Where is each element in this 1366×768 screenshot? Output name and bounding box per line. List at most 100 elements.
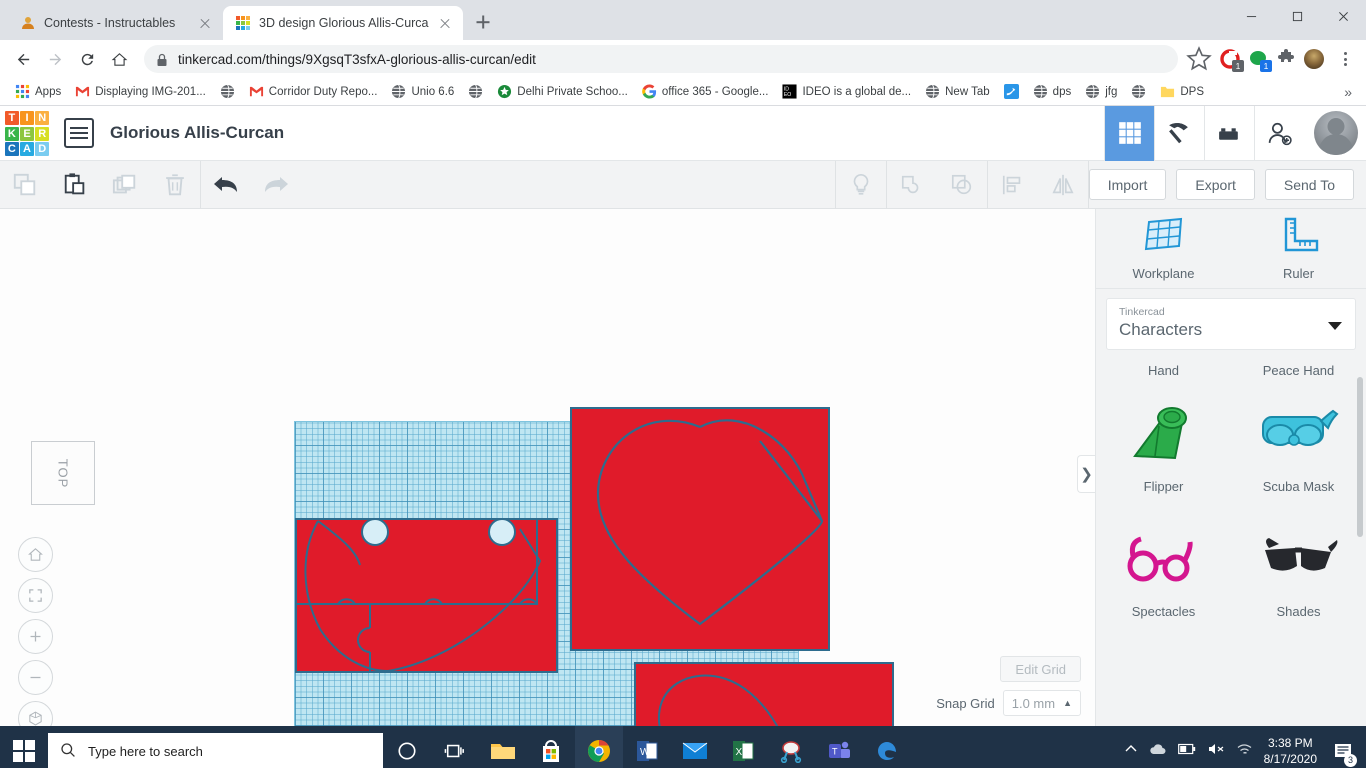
clock-time: 3:38 PM — [1267, 736, 1313, 750]
star-icon[interactable] — [1186, 46, 1212, 72]
gmail-icon — [249, 84, 264, 99]
blocks-brick-icon[interactable] — [1204, 105, 1254, 161]
list-item[interactable]: Hand — [1096, 359, 1231, 383]
maximize-icon[interactable] — [1274, 0, 1320, 32]
3d-canvas[interactable]: TOP Edit Grid Snap Grid 1.0 mm ▲ ❯ — [0, 209, 1095, 726]
snap-grid-select[interactable]: 1.0 mm ▲ — [1002, 690, 1081, 716]
shape-label: Flipper — [1143, 479, 1184, 494]
browser-toolbar: tinkercad.com/things/9XgsqT3sfxA-gloriou… — [0, 40, 1366, 78]
paste-icon[interactable] — [50, 161, 100, 209]
mail-icon[interactable] — [671, 726, 719, 768]
battery-icon[interactable] — [1177, 742, 1196, 760]
bookmark-item[interactable]: Unio 6.6 — [384, 82, 461, 101]
list-item[interactable]: Spectacles — [1096, 508, 1231, 633]
close-icon[interactable] — [197, 15, 213, 31]
spectacles-shape — [1096, 512, 1231, 604]
logo-tile: K — [5, 126, 19, 141]
codeblocks-pickaxe-icon[interactable] — [1154, 105, 1204, 161]
browser-tab-1[interactable]: 3D design Glorious Allis-Curcan | — [223, 6, 463, 40]
bookmark-item[interactable] — [213, 82, 242, 101]
google-chrome-icon[interactable] — [575, 726, 623, 768]
list-item[interactable]: Shades — [1231, 508, 1366, 633]
wifi-icon[interactable] — [1236, 742, 1253, 761]
snip-sketch-icon[interactable] — [767, 726, 815, 768]
document-list-icon[interactable] — [64, 118, 94, 148]
send-to-button[interactable]: Send To — [1264, 169, 1354, 200]
list-item[interactable]: Peace Hand — [1231, 359, 1366, 383]
show-hidden-icons-chevron[interactable] — [1124, 742, 1138, 761]
bookmark-item[interactable]: Corridor Duty Repo... — [242, 82, 385, 101]
bookmarks-bar: Apps Displaying IMG-201... Corridor Duty R… — [0, 78, 1366, 106]
shape-label: Shades — [1276, 604, 1321, 619]
taskbar-clock[interactable]: 3:38 PM 8/17/2020 — [1264, 735, 1317, 767]
workplane-tool[interactable]: Workplane — [1096, 209, 1231, 288]
toolbar-actions: Import Export Send To — [1088, 169, 1366, 200]
adblock-icon[interactable]: 1 — [1220, 49, 1244, 72]
close-icon[interactable] — [1320, 0, 1366, 32]
duplicate-icon — [100, 161, 150, 209]
bookmark-item[interactable] — [1124, 82, 1153, 101]
edit-grid-button[interactable]: Edit Grid — [1000, 656, 1081, 682]
microsoft-store-icon[interactable] — [527, 726, 575, 768]
search-input[interactable]: Type here to search — [48, 733, 383, 768]
bookmark-item[interactable]: Apps — [8, 82, 68, 101]
folder-icon — [1160, 84, 1175, 99]
profile-avatar[interactable] — [1304, 49, 1324, 69]
tinkercad-logo[interactable]: TIN KER CAD — [3, 109, 51, 157]
windows-start-icon[interactable] — [0, 726, 48, 768]
kebab-menu-icon[interactable] — [1332, 46, 1358, 72]
task-view-icon[interactable] — [431, 726, 479, 768]
file-explorer-icon[interactable] — [479, 726, 527, 768]
excel-icon[interactable]: X — [719, 726, 767, 768]
word-icon[interactable]: W — [623, 726, 671, 768]
onedrive-cloud-icon[interactable] — [1149, 742, 1167, 761]
avatar[interactable] — [1314, 111, 1358, 155]
bookmark-item[interactable]: dps — [1026, 82, 1079, 101]
library-provider: Tinkercad — [1119, 306, 1165, 318]
panel-scrollbar[interactable] — [1357, 377, 1363, 537]
address-bar[interactable]: tinkercad.com/things/9XgsqT3sfxA-gloriou… — [144, 45, 1178, 73]
add-user-icon[interactable] — [1254, 105, 1304, 161]
bookmark-item[interactable]: jfg — [1078, 82, 1124, 101]
close-icon[interactable] — [437, 15, 453, 31]
browser-tab-0[interactable]: Contests - Instructables — [8, 6, 223, 40]
shape-heart-bottom-right — [634, 662, 894, 726]
teams-icon[interactable]: T — [815, 726, 863, 768]
list-item[interactable]: Flipper — [1096, 383, 1231, 508]
browser-tab-strip: Contests - Instructables 3D design Glori… — [0, 0, 1366, 40]
bookmark-item[interactable] — [997, 82, 1026, 101]
bookmark-item[interactable]: Delhi Private Schoo... — [490, 82, 635, 101]
grid-view-icon[interactable] — [1104, 105, 1154, 161]
ruler-tool[interactable]: Ruler — [1231, 209, 1366, 288]
home-icon[interactable] — [104, 44, 134, 74]
reload-icon[interactable] — [72, 44, 102, 74]
globe-icon — [925, 84, 940, 99]
blue-bird-icon — [1003, 84, 1019, 99]
volume-muted-icon[interactable] — [1207, 742, 1225, 761]
undo-arrow-icon[interactable] — [201, 161, 251, 209]
panel-toggle-button[interactable]: ❯ — [1077, 455, 1095, 493]
bookmark-item[interactable] — [461, 82, 490, 101]
heart-puzzle-shapes[interactable] — [0, 209, 1095, 726]
bookmark-item[interactable]: office 365 - Google... — [635, 82, 776, 101]
new-tab-button[interactable] — [469, 8, 497, 36]
bookmark-item[interactable]: New Tab — [918, 82, 997, 101]
chat-bubble-icon[interactable]: 1 — [1248, 49, 1272, 72]
bookmark-item[interactable]: Displaying IMG-201... — [68, 82, 213, 101]
bookmark-item[interactable]: ID EO IDEO is a global de... — [775, 82, 918, 101]
shape-library-grid[interactable]: Hand Peace Hand Flipper Scuba Mask Spect… — [1096, 359, 1366, 726]
bookmarks-overflow-button[interactable]: » — [1338, 82, 1358, 102]
tab-title: Contests - Instructables — [44, 16, 176, 30]
export-button[interactable]: Export — [1176, 169, 1255, 200]
ruler-icon — [1278, 216, 1320, 257]
minimize-icon[interactable] — [1228, 0, 1274, 32]
bookmark-item[interactable]: DPS — [1153, 82, 1211, 101]
import-button[interactable]: Import — [1088, 169, 1167, 200]
shape-library-select[interactable]: Tinkercad Characters — [1106, 298, 1356, 350]
edge-icon[interactable] — [863, 726, 911, 768]
puzzle-icon[interactable] — [1276, 49, 1296, 69]
back-arrow-icon[interactable] — [8, 44, 38, 74]
list-item[interactable]: Scuba Mask — [1231, 383, 1366, 508]
cortana-icon[interactable] — [383, 726, 431, 768]
notification-center-icon[interactable]: 3 — [1328, 726, 1358, 768]
